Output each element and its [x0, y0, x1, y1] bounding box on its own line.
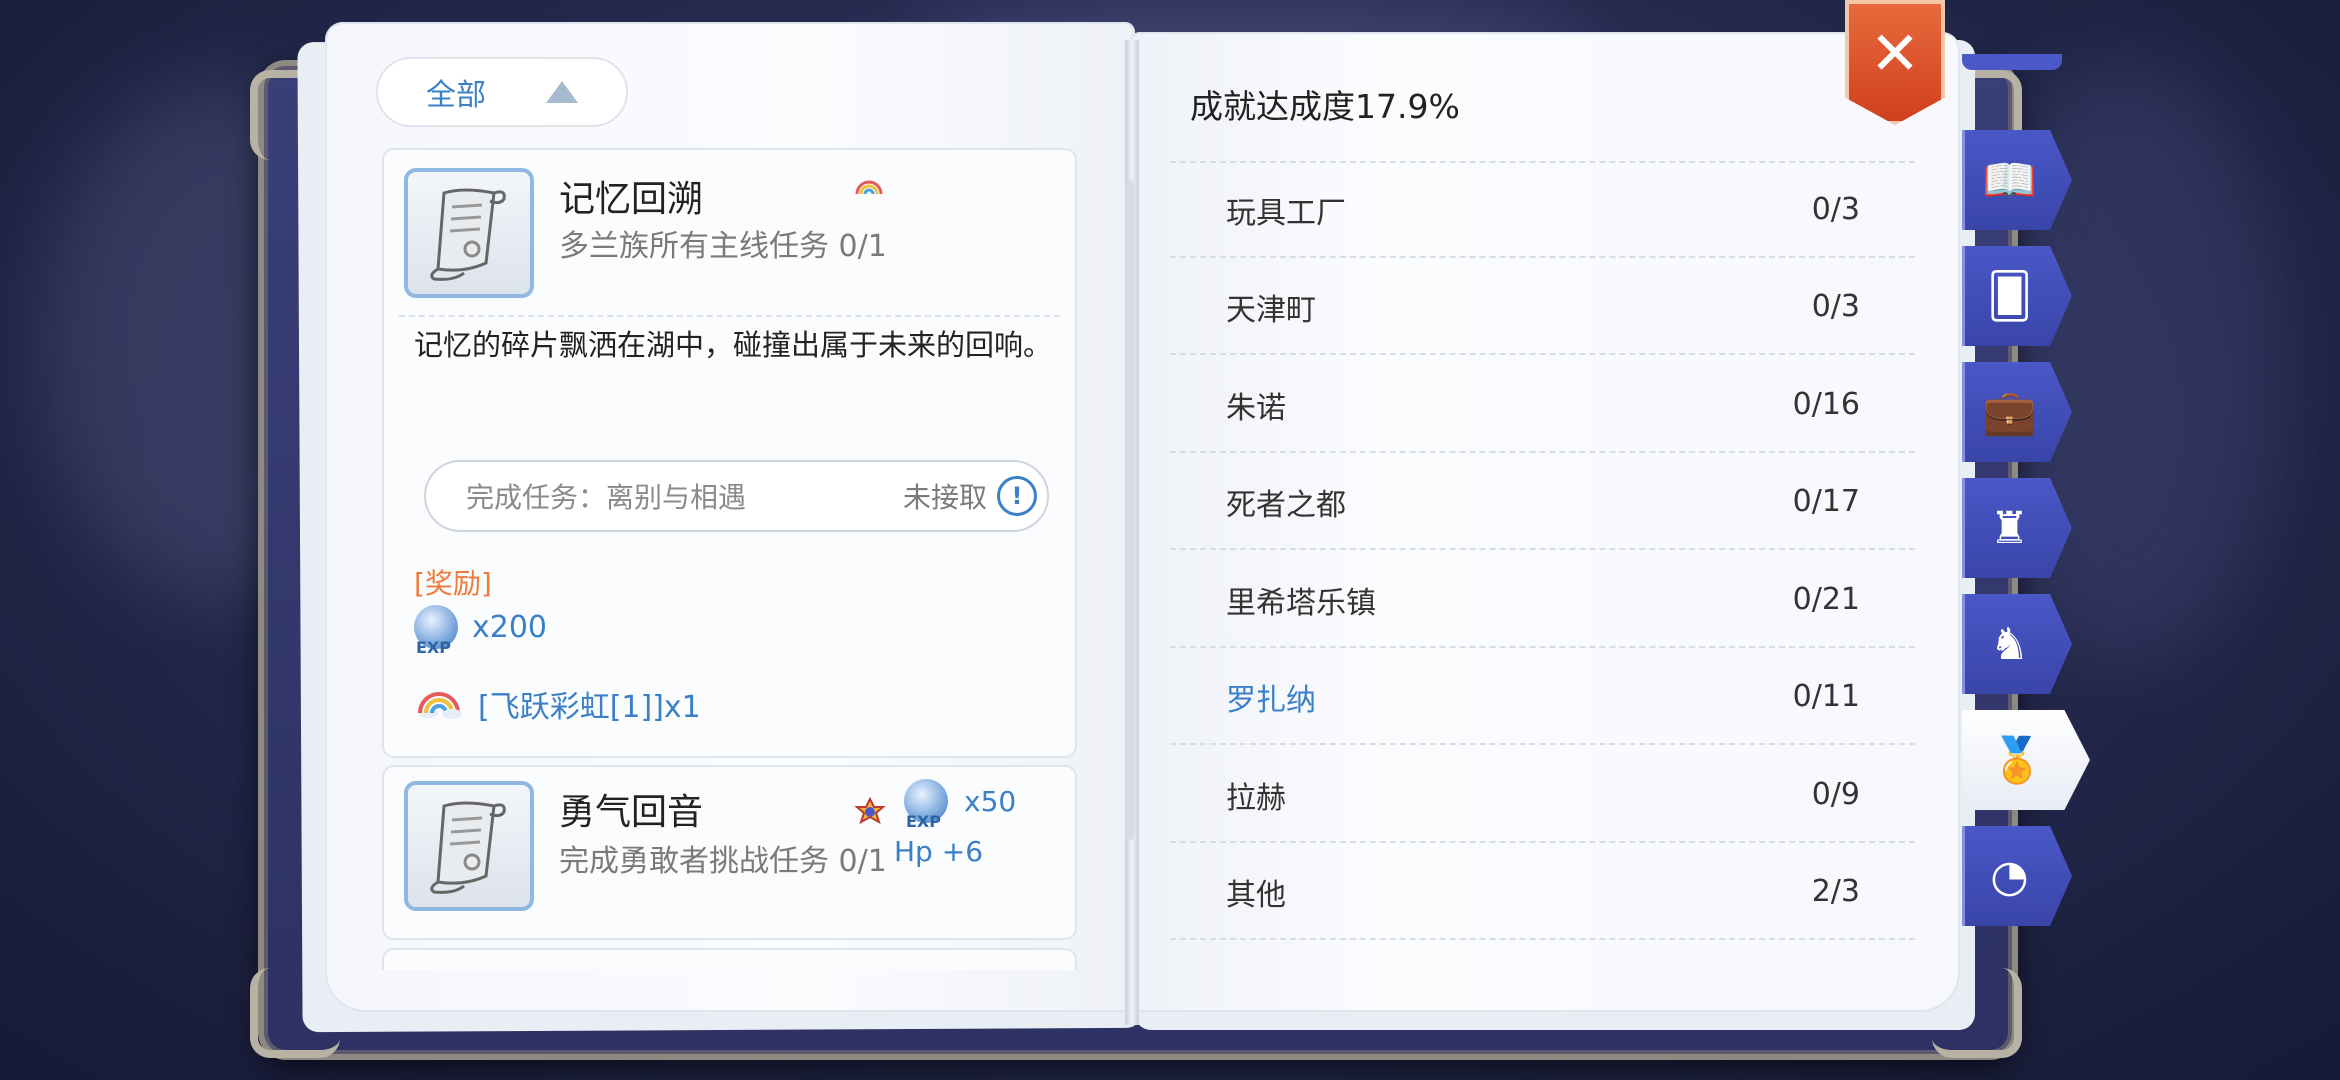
region-count: 0/21 — [1792, 582, 1860, 617]
divider — [399, 315, 1060, 317]
region-name: 天津町 — [1226, 292, 1316, 328]
task-status: 未接取 — [902, 481, 987, 514]
scroll-icon — [404, 168, 534, 298]
task-label: 完成任务：离别与相遇 — [466, 481, 747, 514]
book-icon: 📖 — [1982, 155, 2037, 206]
exp-icon-label: EXP — [416, 638, 451, 657]
rainbow-icon — [418, 692, 462, 719]
armchair-icon: ♜ — [1989, 502, 2030, 554]
region-count: 0/3 — [1811, 289, 1860, 324]
tab-toys[interactable]: ♞ — [1962, 594, 2072, 694]
medal-icon — [854, 796, 886, 837]
rainbow-icon — [854, 178, 884, 200]
filter-label: 全部 — [426, 78, 486, 113]
quest-requirement: 多兰族所有主线任务 0/1 — [559, 229, 887, 264]
region-count: 0/11 — [1792, 679, 1860, 714]
quest-card[interactable]: 勇气回音 EXP x50 Hp +6 完成勇敢者挑战任务 0/1 — [382, 765, 1077, 940]
tab-book[interactable]: 📖 — [1962, 130, 2072, 230]
region-list[interactable]: 玩具工厂 0/3 天津町 0/3 朱诺 0/16 死者之都 0/17 里希塔乐镇… — [1170, 128, 1915, 958]
region-row[interactable] — [1170, 128, 1915, 163]
exp-icon-label: EXP — [906, 812, 941, 831]
quest-requirement: 完成勇敢者挑战任务 0/1 — [559, 844, 887, 879]
reward-item[interactable]: [飞跃彩虹[1]]x1 — [414, 682, 701, 726]
region-row[interactable]: 里希塔乐镇 0/21 — [1170, 553, 1915, 648]
reward-item: EXP x200 — [414, 605, 548, 657]
region-row[interactable]: 拉赫 0/9 — [1170, 748, 1915, 843]
medal-icon: 🏅 — [1989, 735, 2045, 786]
region-count: 0/9 — [1811, 777, 1860, 812]
region-row-selected[interactable]: 罗扎纳 0/11 — [1170, 650, 1915, 745]
reward-exp: x50 — [964, 785, 1017, 818]
reward-amount: x200 — [472, 609, 548, 645]
rocking-horse-icon: ♞ — [1989, 618, 2030, 670]
toolbox-icon: 💼 — [1982, 387, 2037, 438]
close-icon: ✕ — [1869, 18, 1921, 89]
region-row[interactable]: 其他 2/3 — [1170, 845, 1915, 940]
region-name: 罗扎纳 — [1226, 682, 1316, 718]
card-icon: 🂠 — [1986, 270, 2032, 322]
quest-title: 记忆回溯 — [559, 179, 704, 220]
region-count: 0/3 — [1811, 192, 1860, 227]
triangle-up-icon — [546, 81, 578, 103]
exp-icon: EXP — [904, 779, 948, 831]
tab-card[interactable]: 🂠 — [1962, 246, 2072, 346]
region-row[interactable]: 朱诺 0/16 — [1170, 358, 1915, 453]
tab-gauge[interactable]: ◔ — [1962, 826, 2072, 926]
region-count: 0/16 — [1792, 387, 1860, 422]
region-name: 死者之都 — [1226, 487, 1346, 523]
region-count: 0/17 — [1792, 484, 1860, 519]
quest-filter-dropdown[interactable]: 全部 — [376, 57, 628, 127]
reward-heading: [奖励] — [414, 567, 492, 600]
region-row[interactable]: 天津町 0/3 — [1170, 260, 1915, 355]
quest-card[interactable]: 记忆回溯 多兰族所有主线任务 0/1 记忆的碎片飘洒在湖中，碰撞出属于未来的回响… — [382, 148, 1077, 758]
gauge-icon: ◔ — [1990, 850, 2029, 902]
region-name: 其他 — [1226, 877, 1286, 913]
scroll-icon — [404, 781, 534, 911]
tab-achievement[interactable]: 🏅 — [1962, 710, 2090, 810]
region-name: 朱诺 — [1226, 390, 1286, 426]
region-name: 里希塔乐镇 — [1226, 585, 1376, 621]
region-count: 2/3 — [1811, 874, 1860, 909]
reward-item-name: [飞跃彩虹[1]]x1 — [478, 690, 701, 725]
region-name: 玩具工厂 — [1226, 195, 1346, 231]
scrollbar[interactable] — [1126, 180, 1134, 840]
tab-toolbox[interactable]: 💼 — [1962, 362, 2072, 462]
region-row[interactable]: 玩具工厂 0/3 — [1170, 163, 1915, 258]
quest-list[interactable]: 记忆回溯 多兰族所有主线任务 0/1 记忆的碎片飘洒在湖中，碰撞出属于未来的回响… — [362, 140, 1097, 970]
tab-furniture[interactable]: ♜ — [1962, 478, 2072, 578]
quest-card[interactable] — [382, 948, 1077, 970]
exp-icon: EXP — [414, 605, 458, 657]
quest-task-button[interactable]: 完成任务：离别与相遇 未接取 ! — [424, 460, 1049, 532]
exclamation-icon[interactable]: ! — [997, 476, 1037, 516]
quest-title: 勇气回音 — [559, 792, 704, 833]
region-row[interactable]: 死者之都 0/17 — [1170, 455, 1915, 550]
quest-description: 记忆的碎片飘洒在湖中，碰撞出属于未来的回响。 — [414, 328, 1053, 362]
tab-top-edge — [1962, 54, 2062, 70]
region-name: 拉赫 — [1226, 780, 1286, 816]
achievement-progress-title: 成就达成度17.9% — [1190, 87, 1460, 126]
